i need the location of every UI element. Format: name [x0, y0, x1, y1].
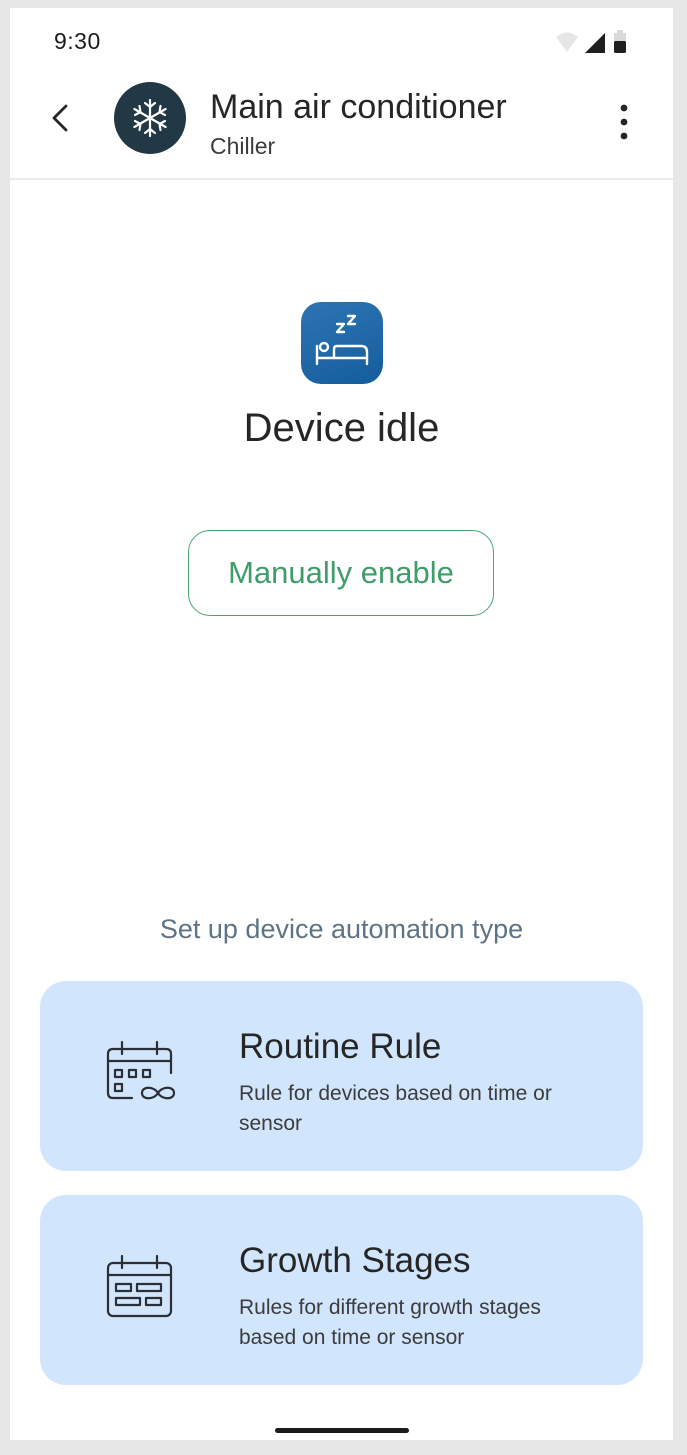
snowflake-icon [133, 98, 167, 138]
device-name: Main air conditioner [210, 88, 507, 126]
wifi-icon [556, 32, 578, 52]
signal-icon [585, 33, 605, 53]
automation-section-label: Set up device automation type [159, 914, 524, 944]
status-bar: 9:30 [10, 8, 673, 68]
device-avatar [114, 82, 186, 154]
growth-stages-card[interactable]: Growth Stages Rules for different growth… [40, 1195, 643, 1385]
chevron-left-icon [52, 104, 68, 132]
status-icons [553, 28, 633, 58]
home-indicator[interactable] [275, 1428, 409, 1433]
back-button[interactable] [44, 98, 78, 138]
growth-stages-description: Rules for different growth stages based … [239, 1296, 541, 1349]
status-time: 9:30 [54, 28, 101, 54]
routine-rule-card[interactable]: Routine Rule Rule for devices based on t… [40, 981, 643, 1171]
calendar-infinity-icon [102, 1037, 182, 1117]
manually-enable-button[interactable]: Manually enable [188, 530, 494, 616]
routine-rule-title: Routine Rule [239, 1027, 442, 1066]
phone-screen: 9:30 Main air conditioner Chiller Device… [10, 8, 673, 1440]
idle-status-title: Device idle [243, 406, 440, 450]
more-options-button[interactable] [609, 98, 639, 146]
app-bar: Main air conditioner Chiller [10, 68, 673, 180]
device-type: Chiller [210, 133, 276, 159]
calendar-stages-icon [102, 1251, 182, 1331]
growth-stages-title: Growth Stages [239, 1241, 471, 1280]
battery-icon [614, 30, 626, 53]
more-vertical-icon [620, 104, 628, 140]
routine-rule-description: Rule for devices based on time or sensor [239, 1082, 552, 1135]
idle-status-icon [301, 302, 383, 384]
sleeping-bed-icon [315, 314, 369, 366]
